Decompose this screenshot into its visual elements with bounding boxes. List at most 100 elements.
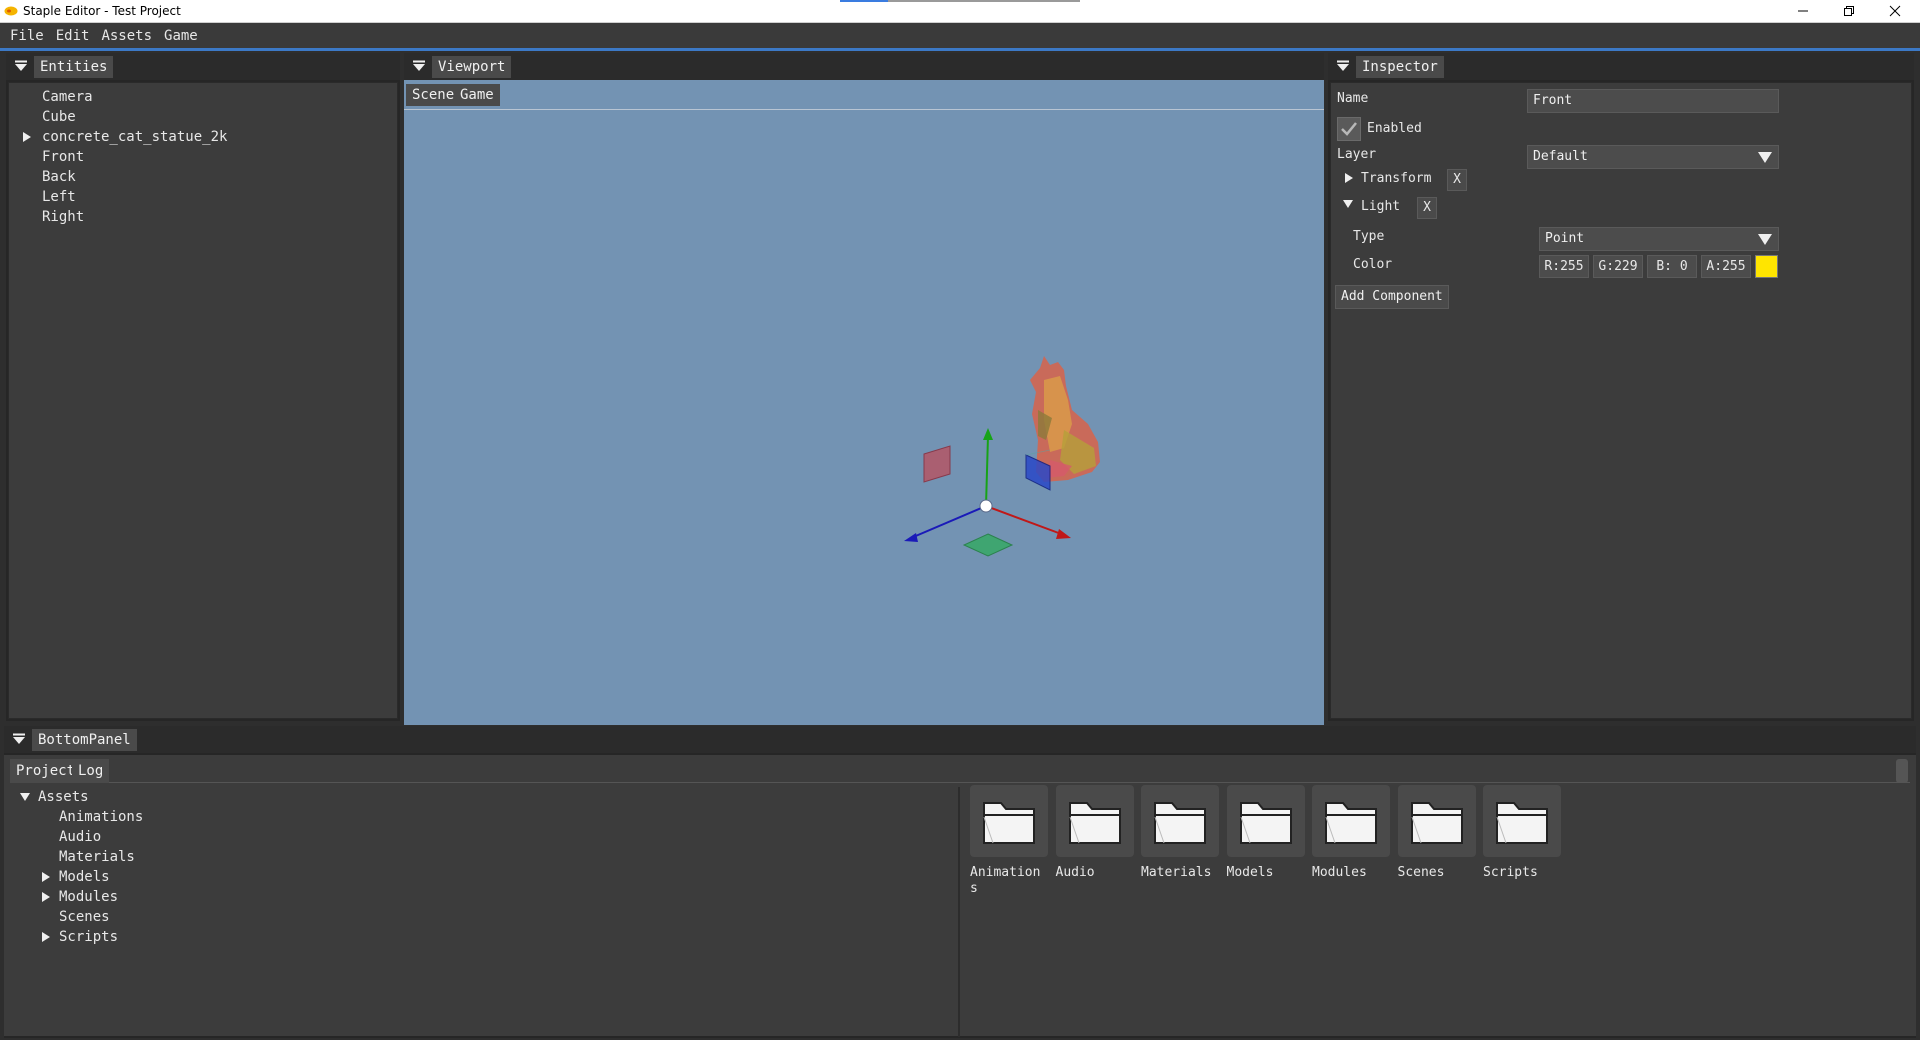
entity-item[interactable]: Back xyxy=(9,167,227,187)
light-label[interactable]: Light xyxy=(1361,199,1400,214)
entity-label: Front xyxy=(42,149,85,165)
asset-tree-item[interactable]: Modules xyxy=(4,887,143,907)
folder-label: Scenes xyxy=(1397,865,1445,880)
menu-assets[interactable]: Assets xyxy=(95,28,158,44)
color-green-field[interactable]: G:229 xyxy=(1593,255,1643,278)
entity-item[interactable]: Front xyxy=(9,147,227,167)
transform-label[interactable]: Transform xyxy=(1361,171,1431,186)
expand-arrow-icon[interactable] xyxy=(42,892,50,902)
folder-tile[interactable] xyxy=(1397,785,1476,857)
collapse-triangle-icon[interactable] xyxy=(1336,60,1350,72)
folder-label: Modules xyxy=(1312,865,1367,880)
remove-light-button[interactable]: X xyxy=(1417,197,1437,219)
restore-icon xyxy=(1844,6,1854,16)
folder-label: Audio xyxy=(1055,865,1095,880)
light-type-select[interactable]: Point xyxy=(1539,227,1779,251)
remove-transform-button[interactable]: X xyxy=(1447,169,1467,191)
name-input[interactable]: Front xyxy=(1527,89,1779,113)
collapse-triangle-icon[interactable] xyxy=(14,60,28,72)
asset-tree-label: Models xyxy=(59,869,110,885)
tab-scene[interactable]: Scene xyxy=(406,84,461,106)
folder-tile[interactable] xyxy=(1141,785,1219,857)
restore-button[interactable] xyxy=(1826,0,1872,22)
viewport-tab[interactable]: Viewport xyxy=(432,56,512,78)
color-red-field[interactable]: R:255 xyxy=(1539,255,1589,278)
tab-game[interactable]: Game xyxy=(454,84,500,106)
asset-tree-item[interactable]: Assets xyxy=(4,787,143,807)
collapse-triangle-icon[interactable] xyxy=(12,733,26,745)
layer-value: Default xyxy=(1533,149,1588,164)
asset-tree-label: Scenes xyxy=(59,909,110,925)
title-accent-active xyxy=(840,0,888,2)
add-component-button[interactable]: Add Component xyxy=(1335,285,1449,309)
bottom-divider[interactable] xyxy=(958,787,960,1037)
bottom-panel-tab[interactable]: BottomPanel xyxy=(32,729,137,751)
menu-file[interactable]: File xyxy=(4,28,50,44)
entity-item[interactable]: Right xyxy=(9,207,227,227)
color-alpha-field[interactable]: A:255 xyxy=(1701,255,1751,278)
folder-icon xyxy=(1068,802,1121,844)
collapse-arrow-icon[interactable] xyxy=(1343,200,1353,208)
entities-tree: Camera Cube concrete_cat_statue_2k Front Bac… xyxy=(8,82,398,719)
folder-tile[interactable] xyxy=(1312,785,1390,857)
entity-item[interactable]: Camera xyxy=(9,87,227,107)
viewport-canvas[interactable]: Scene Game xyxy=(404,80,1324,725)
type-label: Type xyxy=(1353,229,1385,244)
tab-log[interactable]: Log xyxy=(72,759,110,783)
minimize-button[interactable] xyxy=(1780,0,1826,22)
asset-tree-item[interactable]: Scripts xyxy=(4,927,143,947)
menu-edit[interactable]: Edit xyxy=(50,28,96,44)
expand-arrow-icon[interactable] xyxy=(42,872,50,882)
color-swatch[interactable] xyxy=(1755,255,1778,278)
asset-tree-item[interactable]: Models xyxy=(4,867,143,887)
menu-game[interactable]: Game xyxy=(158,28,204,44)
check-icon xyxy=(1341,122,1357,136)
folder-tile[interactable] xyxy=(1483,785,1561,857)
entities-tab[interactable]: Entities xyxy=(34,56,114,78)
asset-tree-label: Modules xyxy=(59,889,119,905)
entity-item[interactable]: Left xyxy=(9,187,227,207)
minimize-icon xyxy=(1798,10,1808,12)
collapse-arrow-icon[interactable] xyxy=(20,793,30,801)
collapse-triangle-icon[interactable] xyxy=(412,60,426,72)
folder-tile[interactable] xyxy=(1226,785,1305,857)
entity-label: concrete_cat_statue_2k xyxy=(42,129,228,145)
entity-label: Right xyxy=(42,209,85,225)
entity-list: Camera Cube concrete_cat_statue_2k Front Bac… xyxy=(9,87,227,227)
expand-arrow-icon[interactable] xyxy=(1345,173,1353,183)
viewport-panel: Viewport Scene Game xyxy=(404,53,1324,725)
asset-tree-item[interactable]: Audio xyxy=(4,827,143,847)
entity-label: Camera xyxy=(42,89,93,105)
enabled-checkbox[interactable] xyxy=(1337,117,1361,141)
asset-tree-label: Assets xyxy=(38,789,89,805)
bottom-tabs: Project Log xyxy=(10,759,1910,783)
window-title: Staple Editor - Test Project xyxy=(23,4,181,18)
close-button[interactable] xyxy=(1872,0,1918,22)
tab-project[interactable]: Project xyxy=(10,759,82,783)
folder-label: Models xyxy=(1226,865,1274,880)
folder-icon xyxy=(1410,802,1463,844)
layer-label: Layer xyxy=(1337,147,1377,162)
folder-tile[interactable] xyxy=(970,785,1048,857)
scene-render[interactable] xyxy=(404,80,1324,725)
menu-separator xyxy=(0,48,1920,51)
title-bar: Staple Editor - Test Project xyxy=(0,0,1920,23)
folder-icon xyxy=(1239,802,1292,844)
inspector-tab[interactable]: Inspector xyxy=(1356,56,1444,78)
app-logo-icon xyxy=(4,6,18,16)
asset-tree-item[interactable]: Scenes xyxy=(4,907,143,927)
folder-icon xyxy=(1325,802,1377,844)
asset-tree-item[interactable]: Materials xyxy=(4,847,143,867)
expand-arrow-icon[interactable] xyxy=(42,932,50,942)
asset-tree-item[interactable]: Animations xyxy=(4,807,143,827)
folder-tile[interactable] xyxy=(1055,785,1134,857)
expand-arrow-icon[interactable] xyxy=(23,132,31,142)
layer-select[interactable]: Default xyxy=(1527,145,1779,169)
asset-tree-label: Animations xyxy=(59,809,144,825)
entity-item[interactable]: Cube xyxy=(9,107,227,127)
color-blue-field[interactable]: B: 0 xyxy=(1647,255,1697,278)
asset-tree: Assets Animations Audio Materials Models Modu… xyxy=(4,787,143,947)
entity-item[interactable]: concrete_cat_statue_2k xyxy=(9,127,227,147)
bottom-scrollbar[interactable] xyxy=(1896,759,1908,783)
viewport-mode-tabs: Scene Game xyxy=(404,80,1324,110)
